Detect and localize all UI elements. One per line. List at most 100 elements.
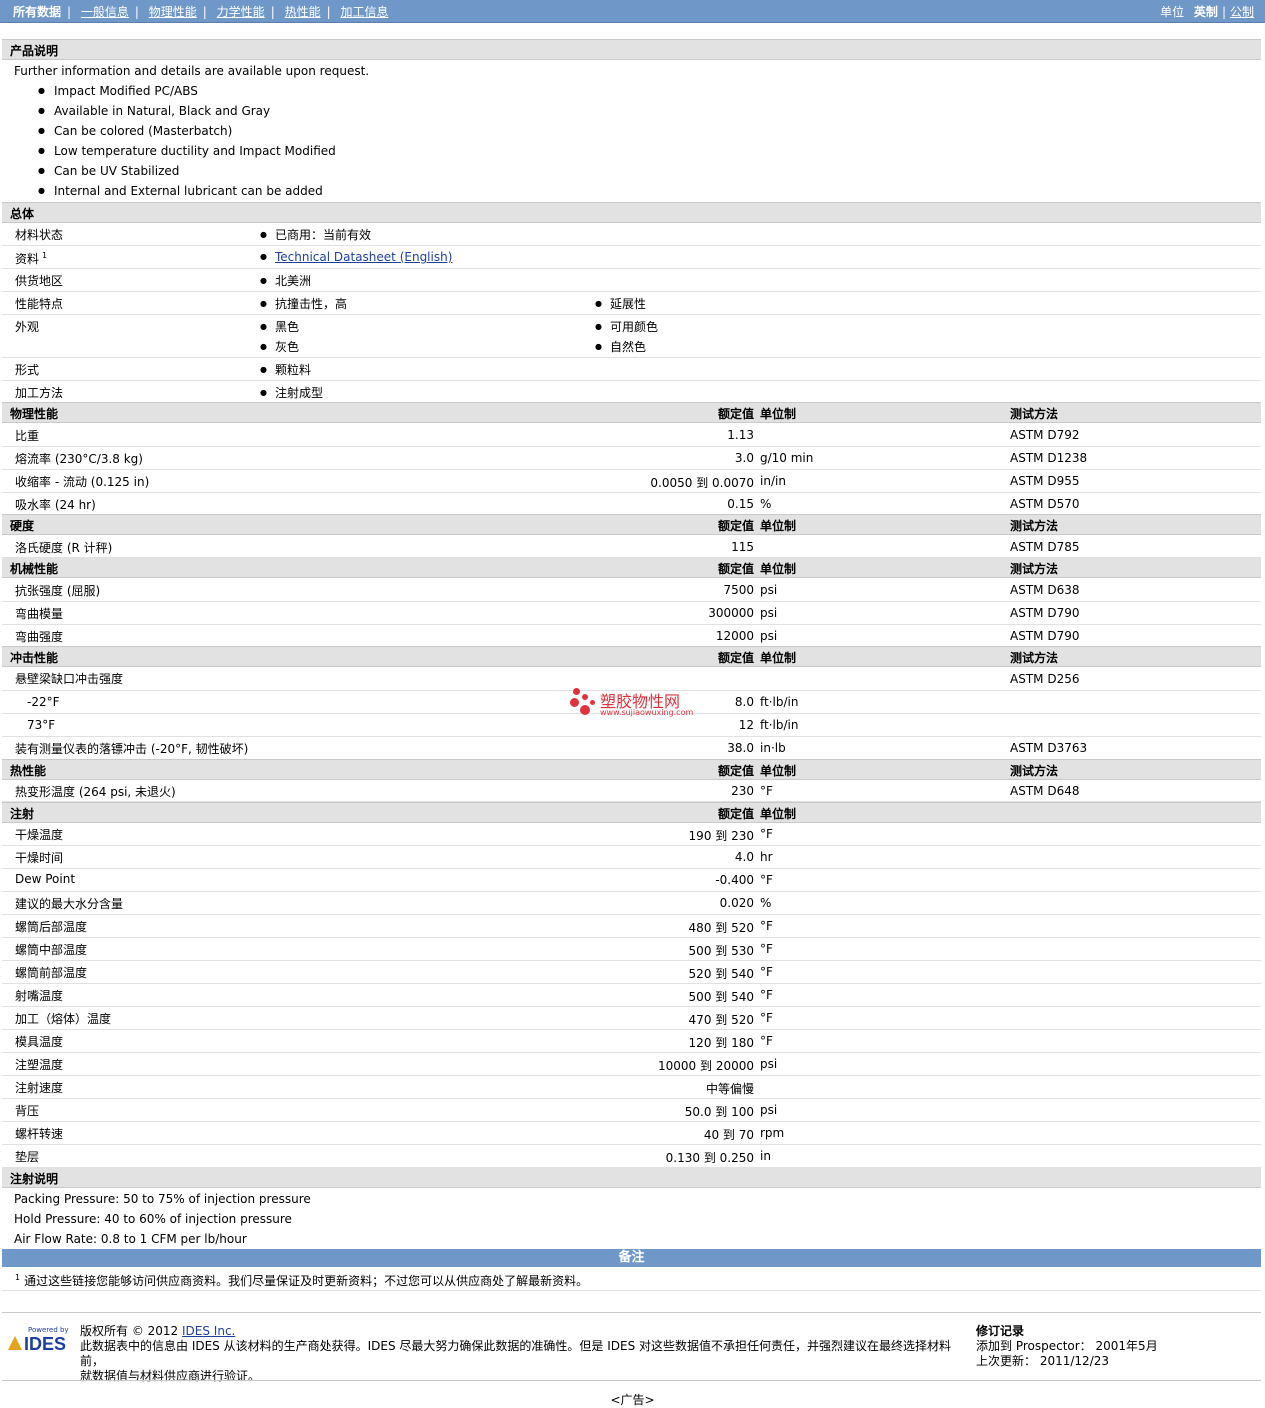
units-label: 单位	[1160, 5, 1185, 19]
cell-value: 1.13	[727, 428, 754, 442]
section-physical: 物理性能 额定值 单位制 测试方法	[2, 402, 1261, 423]
cell-value: 520 到 540	[688, 967, 754, 981]
cell-label: 干燥时间	[15, 851, 64, 865]
cell-unit: in/in	[760, 474, 786, 488]
cell-label: 注塑温度	[15, 1058, 64, 1072]
table-row: 螺筒后部温度 480 到 520 °F	[2, 915, 1261, 938]
cell-value: 470 到 520	[688, 1013, 754, 1027]
cell-unit: °F	[760, 988, 773, 1002]
cell-label: 抗张强度 (屈服)	[15, 584, 101, 598]
cell-method: ASTM D955	[1010, 474, 1080, 488]
table-row: 干燥时间 4.0 hr	[2, 846, 1261, 869]
cell-unit: g/10 min	[760, 451, 814, 465]
cell-unit: °F	[760, 1034, 773, 1048]
cell-label: Dew Point	[15, 872, 76, 886]
units-imperial[interactable]: 英制	[1194, 5, 1218, 19]
row-status: 材料状态 已商用：当前有效	[2, 223, 1261, 246]
cell-unit: °F	[760, 784, 773, 798]
notes-row: 1 通过这些链接您能够访问供应商资料。我们尽量保证及时更新资料；不过您可以从供应商…	[2, 1268, 1261, 1291]
footer-copyright: 版权所有 © 2012 IDES Inc. 此数据表中的信息由 IDES 从该材…	[80, 1324, 952, 1383]
description-bullet: Can be UV Stabilized	[14, 161, 369, 181]
cell-label: 螺筒前部温度	[15, 966, 88, 980]
description-block: Further information and details are avai…	[14, 61, 369, 201]
section-description: 产品说明	[2, 39, 1261, 60]
cell-label: 收缩率 - 流动 (0.125 in)	[15, 475, 150, 489]
nav-general-info[interactable]: 一般信息	[81, 5, 129, 19]
table-row: 干燥温度 190 到 230 °F	[2, 823, 1261, 846]
cell-value: 190 到 230	[688, 829, 754, 843]
cell-value: 480 到 520	[688, 921, 754, 935]
cell-value: 0.0050 到 0.0070	[650, 476, 754, 490]
cell-unit: psi	[760, 1103, 778, 1117]
section-injection-notes: 注射说明	[2, 1167, 1261, 1188]
cell-label: 弯曲强度	[15, 630, 64, 644]
table-row: 模具温度 120 到 180 °F	[2, 1030, 1261, 1053]
cell-unit: psi	[760, 1057, 778, 1071]
cell-method: ASTM D648	[1010, 784, 1080, 798]
table-row: 热变形温度 (264 psi, 未退火) 230 °F ASTM D648	[2, 780, 1261, 802]
table-row: 建议的最大水分含量 0.020%	[2, 892, 1261, 915]
cell-method: ASTM D638	[1010, 583, 1080, 597]
table-row: 洛氏硬度 (R 计秤) 115 ASTM D785	[2, 536, 1261, 558]
nav-mechanical[interactable]: 力学性能	[217, 5, 265, 19]
description-bullet: Internal and External lubricant can be a…	[14, 181, 369, 201]
cell-value: 500 到 530	[688, 944, 754, 958]
injection-note: Hold Pressure: 40 to 60% of injection pr…	[14, 1212, 292, 1226]
row-region: 供货地区 北美洲	[2, 269, 1261, 292]
cell-label: 加工（熔体）温度	[15, 1012, 112, 1026]
cell-label: 比重	[15, 429, 40, 443]
cell-label: 建议的最大水分含量	[15, 897, 124, 911]
cell-label: 洛氏硬度 (R 计秤)	[15, 541, 113, 555]
cell-method: ASTM D790	[1010, 629, 1080, 643]
technical-datasheet-link[interactable]: Technical Datasheet (English)	[275, 250, 452, 264]
nav-all-data[interactable]: 所有数据	[13, 5, 61, 19]
section-thermal: 热性能 额定值 单位制 测试方法	[2, 759, 1261, 780]
cell-unit: °F	[760, 965, 773, 979]
table-row: 背压 50.0 到 100 psi	[2, 1099, 1261, 1122]
cell-label: 吸水率 (24 hr)	[15, 498, 96, 512]
row-features: 性能特点 抗撞击性，高 延展性	[2, 292, 1261, 315]
nav-thermal[interactable]: 热性能	[285, 5, 321, 19]
row-izod-room: 73°F 12 ft·lb/in	[2, 714, 1261, 737]
cell-label: 垫层	[15, 1150, 40, 1164]
cell-value: 12000	[715, 629, 754, 643]
cell-unit: °F	[760, 873, 773, 887]
watermark-url: www.sujiaowuxing.com	[600, 708, 694, 717]
table-row: 比重 1.13 ASTM D792	[2, 424, 1261, 447]
cell-value: 300000	[708, 606, 754, 620]
description-intro: Further information and details are avai…	[14, 64, 370, 78]
cell-unit: in	[760, 1149, 771, 1163]
description-bullet: Low temperature ductility and Impact Mod…	[14, 141, 369, 161]
nav-physical[interactable]: 物理性能	[149, 5, 197, 19]
cell-value: 3.0	[734, 451, 754, 465]
cell-value: 230	[731, 784, 754, 798]
units-metric[interactable]: 公制	[1230, 5, 1254, 19]
cell-value: 7500	[723, 583, 754, 597]
row-form: 形式 颗粒料	[2, 358, 1261, 381]
section-general: 总体	[2, 202, 1261, 223]
injection-note: Packing Pressure: 50 to 75% of injection…	[14, 1192, 311, 1206]
ides-link[interactable]: IDES Inc.	[182, 1324, 235, 1338]
injection-notes-block: Packing Pressure: 50 to 75% of injection…	[14, 1189, 311, 1249]
notes-header: 备注	[2, 1249, 1261, 1267]
table-row: 射嘴温度 500 到 540 °F	[2, 984, 1261, 1007]
cell-value: 500 到 540	[688, 990, 754, 1004]
top-navigation: 所有数据 | 一般信息 | 物理性能 | 力学性能 | 热性能 | 加工信息 单位 英制 |…	[0, 0, 1265, 23]
row-documents: 资料1 Technical Datasheet (English)	[2, 246, 1261, 269]
nav-processing[interactable]: 加工信息	[340, 5, 388, 19]
cell-value: 115	[731, 540, 754, 554]
table-row: 注塑温度 10000 到 20000 psi	[2, 1053, 1261, 1076]
table-row: 螺筒前部温度 520 到 540 °F	[2, 961, 1261, 984]
cell-label: 螺杆转速	[15, 1127, 64, 1141]
table-row: 熔流率 (230°C/3.8 kg) 3.0 g/10 min ASTM D1238	[2, 447, 1261, 470]
cell-unit: %	[760, 497, 772, 511]
table-row: 加工（熔体）温度 470 到 520 °F	[2, 1007, 1261, 1030]
table-row: 弯曲强度 12000 psi ASTM D790	[2, 625, 1261, 648]
section-mechanical: 机械性能 额定值 单位制 测试方法	[2, 557, 1261, 578]
cell-value: 40 到 70	[703, 1128, 754, 1142]
cell-unit: °F	[760, 1011, 773, 1025]
table-row: 垫层 0.130 到 0.250 in	[2, 1145, 1261, 1168]
cell-value: 0.020	[719, 896, 754, 910]
cell-unit: °F	[760, 919, 773, 933]
cell-label: 熔流率 (230°C/3.8 kg)	[15, 452, 143, 466]
